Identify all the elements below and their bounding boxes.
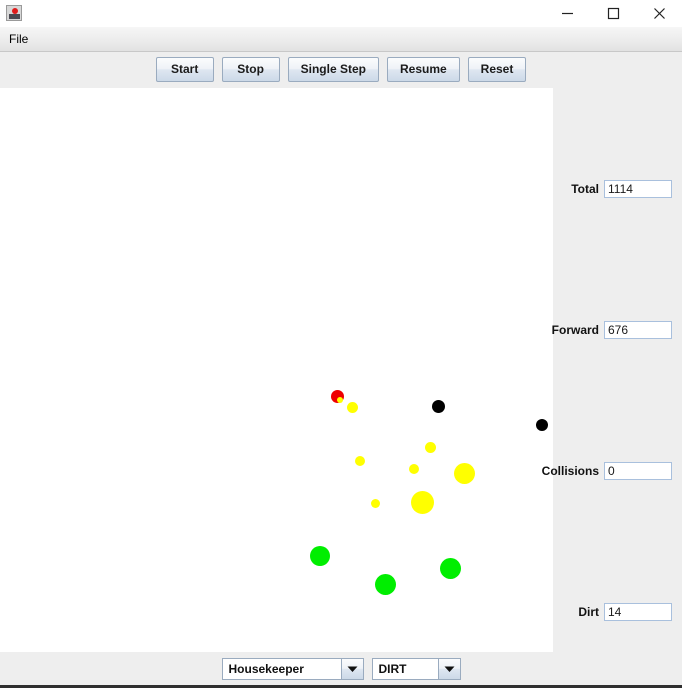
forward-field[interactable]: 676 — [604, 321, 672, 339]
resume-button[interactable]: Resume — [386, 56, 460, 82]
canvas-entity-clean — [439, 557, 461, 579]
canvas-entity-dirt — [410, 490, 434, 514]
statistics-panel: Total 1114 Forward 676 Collisions 0 Dirt 14 — [542, 88, 682, 652]
simulation-canvas-wrap — [0, 88, 553, 652]
canvas-entity-dirt — [424, 441, 436, 453]
control-toolbar: Start Stop Single Step Resume Reset — [0, 52, 682, 88]
field-row-forward: Forward 676 — [552, 321, 672, 339]
java-app-icon — [6, 5, 22, 21]
maximize-icon[interactable] — [590, 0, 636, 26]
start-button[interactable]: Start — [155, 56, 214, 82]
application-window: File Start Stop Single Step Resume Reset… — [0, 0, 682, 688]
stop-button[interactable]: Stop — [221, 56, 280, 82]
canvas-entity-dirt — [337, 397, 343, 403]
agent-select[interactable]: Housekeeper — [221, 657, 364, 680]
total-label: Total — [571, 182, 599, 196]
total-field[interactable]: 1114 — [604, 180, 672, 198]
canvas-entity-dirt — [453, 462, 475, 484]
canvas-entity-clean — [374, 573, 396, 595]
canvas-entity-dirt — [409, 464, 419, 474]
menu-item-file[interactable]: File — [4, 30, 33, 48]
main-content: Total 1114 Forward 676 Collisions 0 Dirt 14 — [0, 88, 682, 652]
canvas-entity-obstacle — [536, 419, 548, 431]
menu-bar: File — [0, 27, 682, 52]
dirt-label: Dirt — [578, 605, 599, 619]
field-row-dirt: Dirt 14 — [578, 603, 672, 621]
collisions-field[interactable]: 0 — [604, 462, 672, 480]
window-controls — [544, 0, 682, 26]
bottom-bar: Housekeeper DIRT — [0, 652, 682, 688]
chevron-down-icon[interactable] — [437, 658, 460, 679]
simulation-canvas[interactable] — [0, 88, 553, 652]
minimize-icon[interactable] — [544, 0, 590, 26]
canvas-entity-clean — [310, 546, 330, 566]
object-select[interactable]: DIRT — [371, 657, 461, 680]
collisions-label: Collisions — [541, 464, 599, 478]
canvas-entity-dirt — [355, 456, 365, 466]
object-select-value: DIRT — [372, 658, 438, 679]
dirt-field[interactable]: 14 — [604, 603, 672, 621]
chevron-down-icon[interactable] — [340, 658, 363, 679]
canvas-entity-obstacle — [431, 399, 445, 413]
reset-button[interactable]: Reset — [467, 56, 527, 82]
canvas-entity-dirt — [346, 401, 358, 413]
forward-label: Forward — [551, 323, 599, 337]
field-row-total: Total 1114 — [571, 180, 672, 198]
close-icon[interactable] — [636, 0, 682, 26]
single-step-button[interactable]: Single Step — [287, 56, 379, 82]
title-bar — [0, 0, 682, 27]
agent-select-value: Housekeeper — [222, 658, 341, 679]
canvas-entity-dirt — [370, 498, 380, 508]
field-row-collisions: Collisions 0 — [542, 462, 672, 480]
